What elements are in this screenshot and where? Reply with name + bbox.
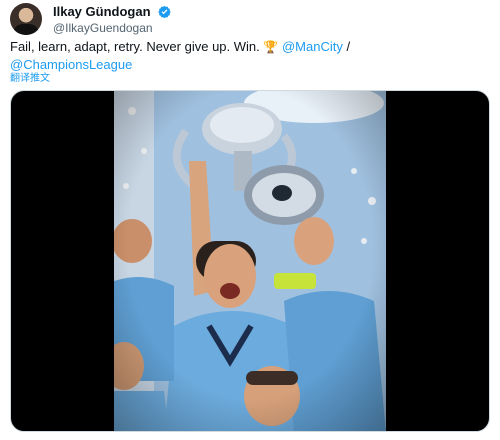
tweet-media[interactable] bbox=[10, 90, 490, 432]
mention-mancity[interactable]: @ManCity bbox=[282, 39, 343, 54]
trophy-emoji: 🏆 bbox=[263, 40, 279, 54]
author-block: Ilkay Gündogan @IlkayGuendogan bbox=[53, 3, 171, 36]
avatar[interactable] bbox=[10, 3, 42, 35]
user-handle[interactable]: @IlkayGuendogan bbox=[53, 21, 171, 36]
tweet-header: Ilkay Gündogan @IlkayGuendogan bbox=[10, 3, 490, 35]
photo-illustration bbox=[114, 91, 386, 431]
tweet-text: Fail, learn, adapt, retry. Never give up… bbox=[10, 38, 490, 74]
verified-badge-icon bbox=[158, 5, 171, 18]
separator-text: / bbox=[346, 39, 351, 54]
display-name[interactable]: Ilkay Gündogan bbox=[53, 4, 151, 20]
celebration-photo[interactable] bbox=[114, 91, 386, 431]
translate-tweet-link[interactable]: 翻译推文 bbox=[10, 69, 50, 84]
tweet-body-text: Fail, learn, adapt, retry. Never give up… bbox=[10, 39, 260, 54]
